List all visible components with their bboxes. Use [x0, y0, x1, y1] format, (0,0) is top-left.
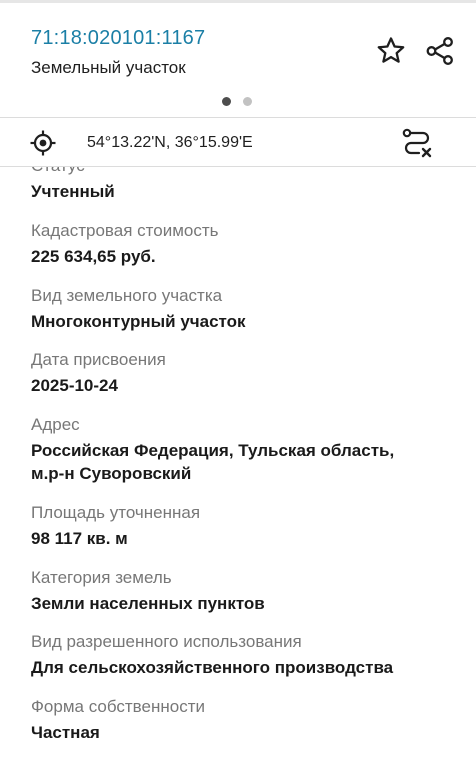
field-value-address-line1: Российская Федерация, Тульская область, — [31, 441, 395, 460]
field-ownership: Форма собственности Частная — [31, 696, 461, 744]
field-label-ownership: Форма собственности — [31, 697, 205, 716]
locate-button[interactable] — [28, 128, 58, 158]
page-dot-2[interactable] — [243, 97, 252, 106]
field-value-land-category: Земли населенных пунктов — [31, 594, 265, 613]
field-label-cadastral-value: Кадастровая стоимость — [31, 221, 219, 240]
field-status: Учтенный — [31, 180, 461, 203]
field-label-area: Площадь уточненная — [31, 503, 201, 522]
field-value-parcel-kind: Многоконтурный участок — [31, 312, 246, 331]
star-icon — [377, 37, 405, 63]
field-label-address: Адрес — [31, 415, 80, 434]
coordinates-bar: 54°13.22'N, 36°15.99'E — [0, 117, 476, 167]
field-land-category: Категория земель Земли населенных пункто… — [31, 567, 461, 615]
share-button[interactable] — [422, 33, 458, 69]
details-list[interactable]: Статус Учтенный Кадастровая стоимость 22… — [0, 167, 476, 768]
field-value-permitted-use: Для сельскохозяйственного производства — [31, 658, 394, 677]
header: 71:18:020101:1167 Земельный участок — [0, 0, 476, 120]
field-cadastral-value: Кадастровая стоимость 225 634,65 руб. — [31, 220, 461, 268]
field-address: Адрес Российская Федерация, Тульская обл… — [31, 414, 461, 485]
field-area: Площадь уточненная 98 117 кв. м — [31, 502, 461, 550]
field-permitted-use: Вид разрешенного использования Для сельс… — [31, 631, 461, 679]
route-clear-icon — [402, 128, 432, 158]
field-label-land-category: Категория земель — [31, 568, 172, 587]
field-value-assigned-date: 2025-10-24 — [31, 376, 118, 395]
field-label-parcel-kind: Вид земельного участка — [31, 286, 223, 305]
field-label-permitted-use: Вид разрешенного использования — [31, 632, 302, 651]
field-value-address-line2: м.р-н Суворовский — [31, 464, 192, 483]
page-dot-1[interactable] — [222, 97, 231, 106]
favorite-button[interactable] — [373, 33, 409, 69]
field-value-area: 98 117 кв. м — [31, 529, 128, 548]
field-assigned-date: Дата присвоения 2025-10-24 — [31, 349, 461, 397]
object-type: Земельный участок — [31, 58, 186, 77]
coordinates-text[interactable]: 54°13.22'N, 36°15.99'E — [87, 134, 253, 152]
field-value-status: Учтенный — [31, 182, 115, 201]
field-value-cadastral-value: 225 634,65 руб. — [31, 247, 156, 266]
cadastral-number[interactable]: 71:18:020101:1167 — [31, 27, 205, 50]
route-clear-button[interactable] — [399, 125, 435, 161]
field-label-assigned-date: Дата присвоения — [31, 350, 166, 369]
field-label-status: Статус — [31, 167, 85, 177]
field-parcel-kind: Вид земельного участка Многоконтурный уч… — [31, 285, 461, 333]
share-icon — [426, 37, 453, 65]
crosshair-icon — [30, 130, 56, 156]
field-value-ownership: Частная — [31, 723, 100, 742]
page-indicator[interactable] — [222, 97, 252, 106]
